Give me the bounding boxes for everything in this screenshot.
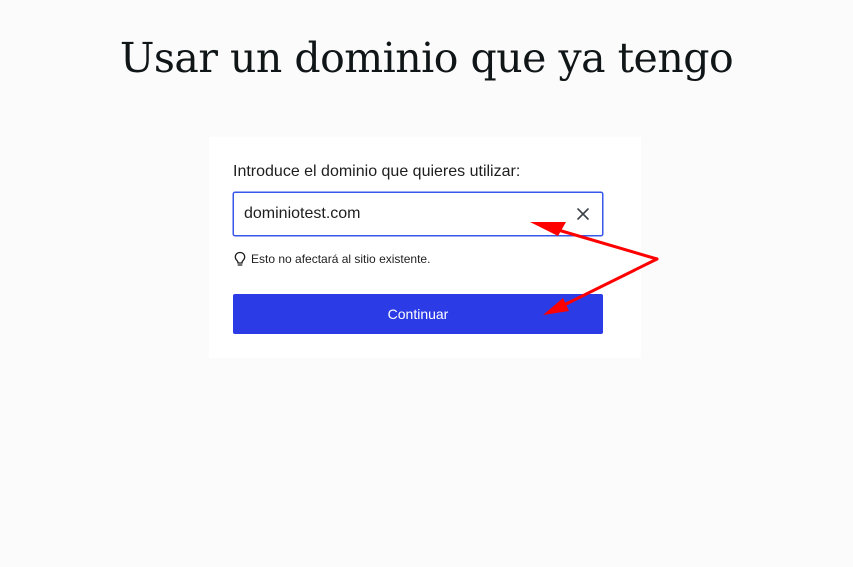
domain-input-wrapper[interactable] <box>233 192 603 236</box>
hint-text: Esto no afectará al sitio existente. <box>251 252 431 266</box>
clear-input-button[interactable] <box>572 203 594 225</box>
close-icon <box>576 207 590 221</box>
domain-form-card: Introduce el dominio que quieres utiliza… <box>209 137 641 358</box>
domain-input[interactable] <box>234 193 564 234</box>
lightbulb-icon <box>233 251 247 267</box>
page-title: Usar un dominio que ya tengo <box>119 34 734 82</box>
continue-button[interactable]: Continuar <box>233 294 603 334</box>
hint-row: Esto no afectará al sitio existente. <box>233 251 430 267</box>
domain-field-label: Introduce el dominio que quieres utiliza… <box>233 163 521 180</box>
